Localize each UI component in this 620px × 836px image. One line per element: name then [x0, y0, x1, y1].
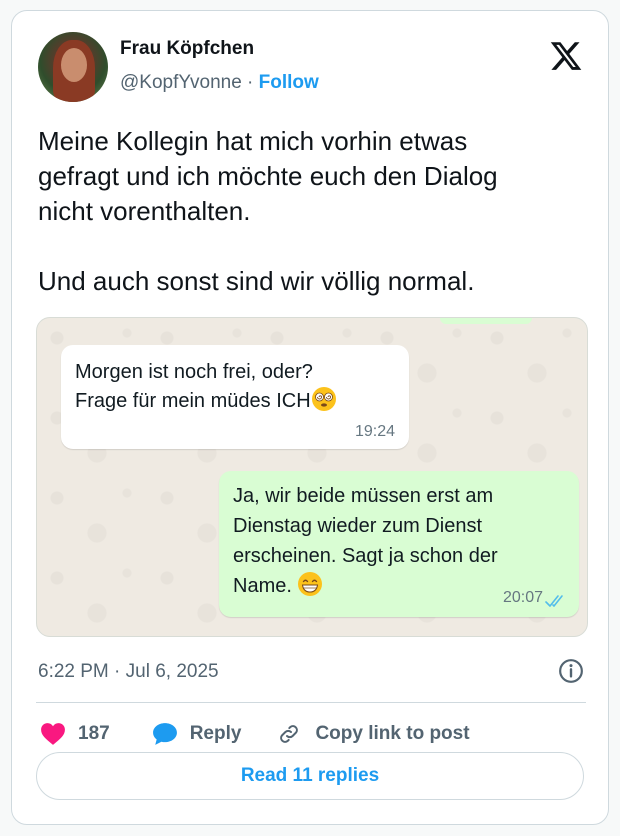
- dizzy-eyes-face-icon: [311, 387, 336, 411]
- copy-link-label: Copy link to post: [315, 723, 470, 744]
- read-replies-label: Read 11 replies: [240, 765, 380, 786]
- outgoing-message: Ja, wir beide müssen erst am Dienstag wi…: [233, 481, 498, 601]
- divider: [36, 702, 586, 703]
- previous-bubble-edge: [440, 318, 532, 324]
- author-handle[interactable]: @KopfYvonne: [120, 72, 242, 93]
- heart-icon: [41, 723, 65, 745]
- incoming-message: Morgen ist noch frei, oder? Frage für me…: [75, 358, 337, 415]
- author-handle-line: @KopfYvonne · Follow: [120, 72, 319, 94]
- chat-screenshot: Morgen ist noch frei, oder? Frage für me…: [36, 317, 588, 637]
- avatar[interactable]: [38, 32, 108, 102]
- grinning-face-icon: [298, 572, 323, 596]
- reply-button[interactable]: Reply: [152, 722, 242, 746]
- tweet-card: Frau Köpfchen @KopfYvonne · Follow Meine…: [11, 10, 609, 825]
- incoming-message-bubble: Morgen ist noch frei, oder? Frage für me…: [61, 345, 409, 449]
- like-button[interactable]: 187: [40, 722, 110, 746]
- author-name[interactable]: Frau Köpfchen: [120, 38, 254, 60]
- tweet-text: Meine Kollegin hat mich vorhin etwas gef…: [38, 126, 498, 296]
- handle-separator: ·: [241, 72, 259, 93]
- action-bar: 187 Reply Copy link to post: [40, 719, 470, 749]
- reply-bubble-icon: [152, 723, 177, 745]
- copy-link-button[interactable]: Copy link to post: [275, 722, 470, 746]
- like-count: 187: [78, 723, 110, 744]
- reply-label: Reply: [189, 723, 242, 744]
- outgoing-message-text: Ja, wir beide müssen erst am Dienstag wi…: [233, 485, 498, 597]
- x-logo-icon[interactable]: [549, 39, 583, 73]
- info-icon[interactable]: [558, 658, 584, 684]
- outgoing-message-bubble: Ja, wir beide müssen erst am Dienstag wi…: [219, 471, 579, 617]
- link-icon: [280, 725, 299, 743]
- outgoing-message-time: 20:07: [502, 589, 543, 606]
- follow-button[interactable]: Follow: [259, 72, 319, 93]
- incoming-message-time: 19:24: [354, 423, 395, 440]
- double-check-read-icon: [545, 595, 563, 607]
- read-replies-button[interactable]: Read 11 replies: [36, 752, 584, 800]
- incoming-message-text: Morgen ist noch frei, oder? Frage für me…: [75, 361, 313, 412]
- post-timestamp[interactable]: 6:22 PM · Jul 6, 2025: [38, 661, 219, 683]
